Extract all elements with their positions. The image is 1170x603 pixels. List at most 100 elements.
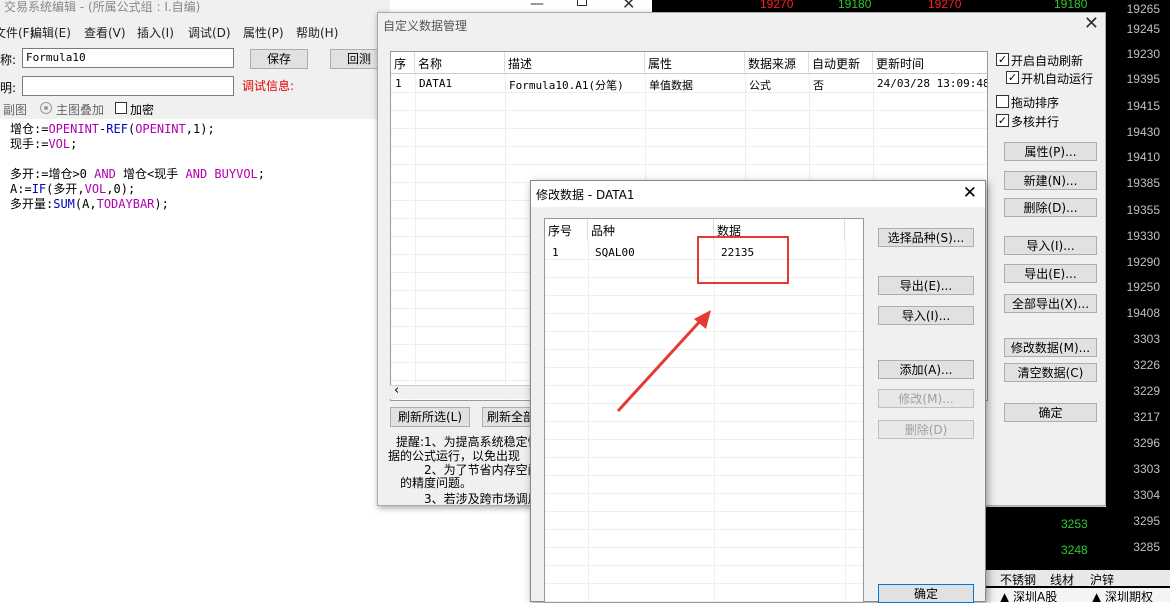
tab-shenzhen-a[interactable]: ▲ 深圳A股	[1000, 588, 1057, 602]
row-divider	[545, 295, 863, 296]
window-title: 自定义数据管理	[383, 19, 468, 33]
code-line: 多开:=增仓>0 AND 增仓<现手 AND BUYVOL;	[10, 167, 265, 182]
price-cell: 3248	[1061, 543, 1088, 557]
code-token: TODAYBAR	[96, 197, 155, 211]
refresh-selected-button[interactable]: 刷新所选(L)	[390, 407, 470, 427]
option-checkbox[interactable]: ✓	[996, 53, 1009, 66]
code-token: );	[154, 197, 169, 211]
price-cell: 3253	[1061, 517, 1088, 531]
column-divider	[845, 241, 846, 602]
price-cell: 19270	[760, 0, 794, 11]
option-checkbox[interactable]: ✓	[1006, 71, 1019, 84]
code-line: A:=IF(多开,VOL,0);	[10, 182, 135, 197]
code-line: 多开量:SUM(A,TODAYBAR);	[10, 197, 169, 212]
menu-view[interactable]: 查看(V)	[84, 24, 126, 41]
highlight-box	[697, 236, 789, 284]
manager-button[interactable]: 全部导出(X)...	[1004, 294, 1097, 313]
table-scrollbar[interactable]: ‹	[390, 383, 530, 399]
code-line: 增仓:=OPENINT-REF(OPENINT,1);	[10, 122, 215, 137]
maximize-icon[interactable]	[577, 0, 587, 6]
row-divider	[545, 439, 863, 440]
manager-button[interactable]: 删除(D)...	[1004, 198, 1097, 217]
dialog-button[interactable]: 选择品种(S)...	[878, 228, 974, 247]
price-cell: 3303	[1133, 462, 1160, 476]
tab-zinc[interactable]: 沪锌	[1090, 571, 1114, 588]
option-checkbox[interactable]	[996, 95, 1009, 108]
code-token: OPENINT	[48, 122, 100, 136]
row-divider	[391, 164, 987, 165]
code-editor[interactable]: 增仓:=OPENINT-REF(OPENINT,1); 现手:=VOL; 多开:=增…	[0, 119, 390, 602]
menu-edit[interactable]: 编辑(E)	[30, 24, 71, 41]
encrypt-label: 加密	[130, 103, 155, 117]
dialog-titlebar: 修改数据 - DATA1 ✕	[531, 181, 985, 207]
code-token: (A,	[74, 197, 97, 211]
dialog-button[interactable]: 导出(E)...	[878, 276, 974, 295]
row-divider	[545, 475, 863, 476]
dialog-button: 修改(M)...	[878, 389, 974, 408]
code-token: ,0);	[106, 182, 136, 196]
column-divider	[588, 241, 589, 602]
column-header[interactable]: 自动更新	[809, 52, 873, 74]
code-token: ;	[257, 167, 266, 181]
manager-button[interactable]: 清空数据(C)	[1004, 363, 1097, 382]
price-cell: 3296	[1133, 436, 1160, 450]
tab-shenzhen-options[interactable]: ▲ 深圳期权	[1092, 588, 1153, 602]
minimize-icon[interactable]: —	[530, 0, 544, 12]
column-header[interactable]: 描述	[505, 52, 645, 74]
close-icon[interactable]: ✕	[963, 183, 977, 203]
encrypt-checkbox[interactable]	[115, 102, 127, 114]
column-header[interactable]: 序	[391, 52, 415, 74]
dialog-button[interactable]: 导入(I)...	[878, 306, 974, 325]
column-header[interactable]: 更新时间	[873, 52, 987, 74]
row-divider	[545, 529, 863, 530]
dialog-button[interactable]: 添加(A)...	[878, 360, 974, 379]
column-header[interactable]: 品种	[588, 219, 714, 241]
code-line: 现手:=VOL;	[10, 137, 77, 152]
market-category-tabs: 不锈钢 线材 沪锌	[986, 570, 1170, 588]
code-token: AND	[185, 167, 208, 181]
scroll-left-icon[interactable]: ‹	[394, 383, 399, 398]
save-button[interactable]: 保存	[250, 49, 308, 69]
option-label: 多核并行	[1011, 115, 1060, 129]
price-cell: 19270	[928, 0, 962, 11]
code-token: 现手:=	[10, 137, 49, 151]
manager-button[interactable]: 导出(E)...	[1004, 264, 1097, 283]
desc-label: 明:	[0, 81, 17, 95]
manager-button[interactable]: 确定	[1004, 403, 1097, 422]
formula-desc-input[interactable]	[22, 76, 234, 96]
column-header[interactable]: 名称	[415, 52, 505, 74]
table-row[interactable]: 1 DATA1 Formula10.A1(分笔) 单值数据 公式 否 24/03/28 13…	[391, 75, 987, 93]
dialog-button[interactable]: 确定	[878, 584, 974, 603]
editor-title: 交易系统编辑 - (所属公式组 : I.自编)	[4, 0, 201, 14]
price-cell: 3303	[1133, 332, 1160, 346]
manager-button[interactable]: 修改数据(M)...	[1004, 338, 1097, 357]
subchart-option[interactable]: 副图	[3, 101, 27, 118]
manager-button[interactable]: 新建(N)...	[1004, 171, 1097, 190]
code-token: 多开:=增仓>0	[10, 167, 95, 181]
column-header[interactable]: 序号	[545, 219, 588, 241]
column-header[interactable]: 属性	[645, 52, 745, 74]
price-cell: 19410	[1126, 150, 1160, 164]
price-cell: 19385	[1126, 176, 1160, 190]
menu-insert[interactable]: 插入(I)	[137, 24, 174, 41]
option-label: 开机自动运行	[1021, 72, 1094, 86]
price-cell: 19408	[1126, 306, 1160, 320]
row-divider	[545, 493, 863, 494]
menu-properties[interactable]: 属性(P)	[243, 24, 284, 41]
manager-button[interactable]: 导入(I)...	[1004, 236, 1097, 255]
menu-help[interactable]: 帮助(H)	[296, 24, 338, 41]
column-header[interactable]: 数据来源	[745, 52, 809, 74]
table-cell: 公式	[749, 79, 771, 92]
close-icon[interactable]: ✕	[1084, 13, 1099, 34]
option-checkbox[interactable]: ✓	[996, 114, 1009, 127]
menu-debug[interactable]: 调试(D)	[188, 24, 231, 41]
formula-name-input[interactable]: Formula10	[22, 48, 234, 68]
tab-stainless[interactable]: 不锈钢	[1000, 571, 1036, 588]
editor-menubar: 文件(F) 编辑(E) 查看(V) 插入(I) 调试(D) 属性(P) 帮助(H…	[0, 22, 390, 42]
price-cell: 19180	[838, 0, 872, 11]
radio-dot-icon	[44, 106, 48, 110]
manager-button[interactable]: 属性(P)...	[1004, 142, 1097, 161]
price-cell: 19180	[1054, 0, 1088, 11]
tab-wire[interactable]: 线材	[1050, 571, 1074, 588]
column-divider	[714, 241, 715, 602]
